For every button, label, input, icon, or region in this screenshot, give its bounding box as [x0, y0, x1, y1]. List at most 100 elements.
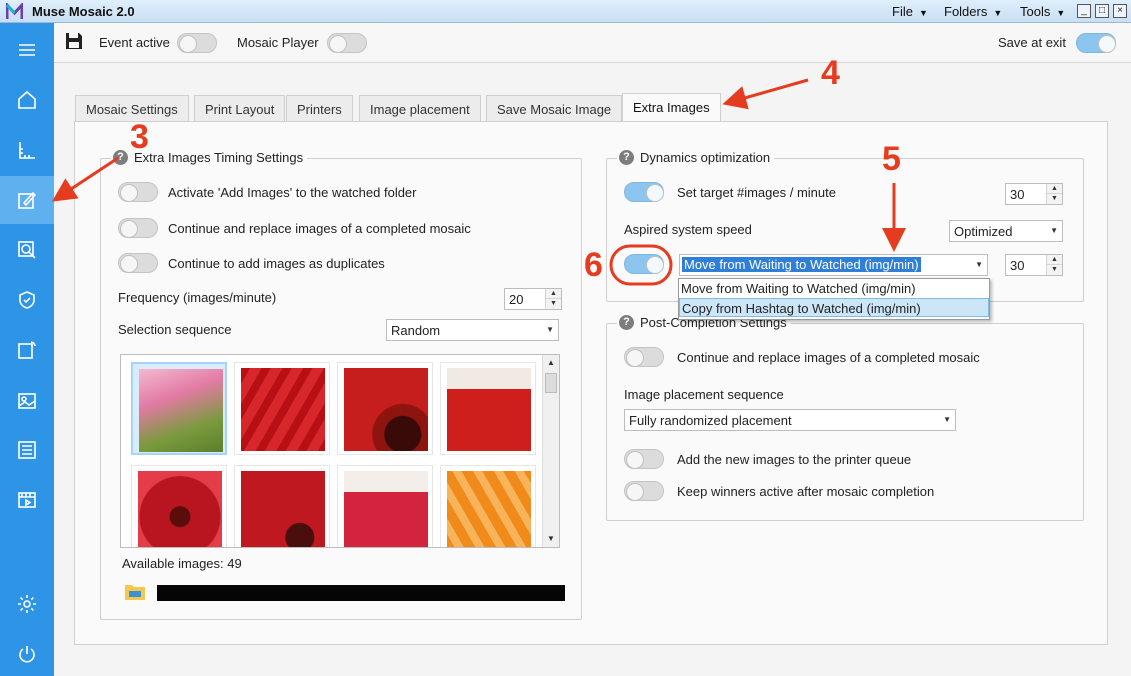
mosaic-player-toggle[interactable]	[327, 33, 367, 53]
move-images-toggle[interactable]	[624, 254, 664, 274]
continue-replace-toggle[interactable]	[118, 218, 158, 238]
chevron-down-icon: ▼	[993, 8, 1003, 18]
search-image-icon	[18, 241, 36, 259]
ruler-icon	[19, 142, 35, 159]
image-grid: ▲ ▼	[120, 354, 560, 548]
sidebar-power[interactable]	[0, 630, 54, 676]
help-icon[interactable]: ?	[619, 150, 634, 165]
move-rate-value: 30	[1010, 258, 1025, 273]
selection-sequence-select[interactable]: Random ▼	[386, 319, 559, 341]
spin-up-icon[interactable]: ▲	[1047, 184, 1062, 194]
annotation-6: 6	[584, 246, 603, 284]
home-icon	[18, 90, 36, 109]
sidebar-cast[interactable]	[0, 326, 54, 374]
sidebar	[0, 23, 54, 676]
help-icon[interactable]: ?	[113, 150, 128, 165]
image-thumbnail[interactable]	[440, 362, 536, 455]
main-content: Mosaic Settings Print Layout Printers Im…	[54, 64, 1131, 676]
move-mode-value: Move from Waiting to Watched (img/min)	[682, 257, 921, 272]
tab-print-layout[interactable]: Print Layout	[194, 95, 286, 122]
aspired-speed-select[interactable]: Optimized ▼	[949, 220, 1063, 242]
frequency-spinner[interactable]: 20 ▲ ▼	[504, 288, 562, 310]
continue-duplicates-toggle[interactable]	[118, 253, 158, 273]
scrollbar-thumb[interactable]	[545, 373, 557, 393]
menu-tools[interactable]: Tools ▼	[1020, 4, 1065, 19]
extra-images-panel: ? Extra Images Timing Settings Activate …	[74, 121, 1108, 645]
spin-down-icon[interactable]: ▼	[1047, 194, 1062, 204]
image-thumbnail[interactable]	[131, 465, 227, 547]
image-thumbnail[interactable]	[337, 465, 433, 547]
move-rate-spinner[interactable]: 30 ▲ ▼	[1005, 254, 1063, 276]
event-active-toggle[interactable]	[177, 33, 217, 53]
sidebar-menu[interactable]	[0, 26, 54, 74]
sidebar-edit-images[interactable]	[0, 176, 54, 224]
continue-replace-label: Continue and replace images of a complet…	[168, 221, 471, 236]
tab-image-placement[interactable]: Image placement	[359, 95, 481, 122]
printer-queue-toggle[interactable]	[624, 449, 664, 469]
power-icon	[19, 646, 35, 663]
image-thumbnail[interactable]	[131, 362, 227, 455]
folder-icon[interactable]	[124, 581, 146, 601]
scroll-up-icon[interactable]: ▲	[543, 355, 559, 371]
spin-down-icon[interactable]: ▼	[546, 299, 561, 309]
tab-save-mosaic-image[interactable]: Save Mosaic Image	[486, 95, 623, 122]
maximize-button[interactable]: □	[1095, 4, 1109, 18]
minimize-button[interactable]: _	[1077, 4, 1091, 18]
selection-label: Selection sequence	[118, 322, 232, 337]
move-mode-select[interactable]: Move from Waiting to Watched (img/min) ▼	[679, 254, 988, 276]
menu-folders[interactable]: Folders ▼	[944, 4, 1002, 19]
tab-printers[interactable]: Printers	[286, 95, 353, 122]
image-grid-scrollbar[interactable]: ▲ ▼	[542, 355, 559, 547]
target-images-spinner[interactable]: 30 ▲ ▼	[1005, 183, 1063, 205]
close-button[interactable]: ×	[1113, 4, 1127, 18]
sidebar-measure[interactable]	[0, 126, 54, 174]
aspired-speed-label: Aspired system speed	[624, 222, 752, 237]
dropdown-option-copy[interactable]: Copy from Hashtag to Watched (img/min)	[679, 298, 989, 317]
folder-path-field[interactable]	[157, 585, 565, 601]
spin-up-icon[interactable]: ▲	[1047, 255, 1062, 265]
help-icon[interactable]: ?	[619, 315, 634, 330]
cast-icon	[18, 341, 36, 359]
menu-file[interactable]: File ▼	[892, 4, 928, 19]
keep-winners-toggle[interactable]	[624, 481, 664, 501]
post-continue-replace-toggle[interactable]	[624, 347, 664, 367]
sidebar-home[interactable]	[0, 76, 54, 124]
edit-image-icon	[18, 191, 37, 209]
spin-up-icon[interactable]: ▲	[546, 289, 561, 299]
image-thumbnail[interactable]	[234, 465, 330, 547]
save-icon[interactable]	[64, 31, 84, 51]
app-title: Muse Mosaic 2.0	[32, 4, 135, 19]
placement-sequence-label: Image placement sequence	[624, 387, 784, 402]
save-at-exit-toggle[interactable]	[1076, 33, 1116, 53]
spinner-arrows: ▲ ▼	[1046, 255, 1062, 275]
sidebar-gallery[interactable]	[0, 376, 54, 424]
chevron-down-icon: ▼	[1050, 226, 1058, 235]
checklist-icon	[18, 441, 36, 459]
flower-image-1	[139, 369, 223, 452]
spinner-arrows: ▲ ▼	[1046, 184, 1062, 204]
sidebar-settings[interactable]	[0, 580, 54, 628]
selection-value: Random	[391, 323, 441, 338]
target-images-label: Set target #images / minute	[677, 185, 836, 200]
dropdown-option-move[interactable]: Move from Waiting to Watched (img/min)	[679, 279, 989, 298]
image-thumbnail[interactable]	[234, 362, 330, 455]
placement-sequence-select[interactable]: Fully randomized placement ▼	[624, 409, 956, 431]
sidebar-search[interactable]	[0, 226, 54, 274]
move-mode-dropdown: Move from Waiting to Watched (img/min) C…	[678, 278, 990, 320]
sidebar-checklist[interactable]	[0, 426, 54, 474]
sidebar-video[interactable]	[0, 476, 54, 524]
activate-add-images-toggle[interactable]	[118, 182, 158, 202]
tab-extra-images[interactable]: Extra Images	[622, 93, 721, 123]
sidebar-security[interactable]	[0, 276, 54, 324]
chevron-down-icon: ▼	[975, 260, 983, 269]
image-thumbnail[interactable]	[440, 465, 536, 547]
menu-tools-label: Tools	[1020, 4, 1051, 19]
app-logo-icon	[6, 3, 23, 19]
flower-image-8	[447, 471, 531, 547]
scroll-down-icon[interactable]: ▼	[543, 531, 559, 547]
spinner-arrows: ▲ ▼	[545, 289, 561, 309]
spin-down-icon[interactable]: ▼	[1047, 265, 1062, 275]
flower-image-6	[241, 471, 325, 547]
image-thumbnail[interactable]	[337, 362, 433, 455]
target-images-toggle[interactable]	[624, 182, 664, 202]
